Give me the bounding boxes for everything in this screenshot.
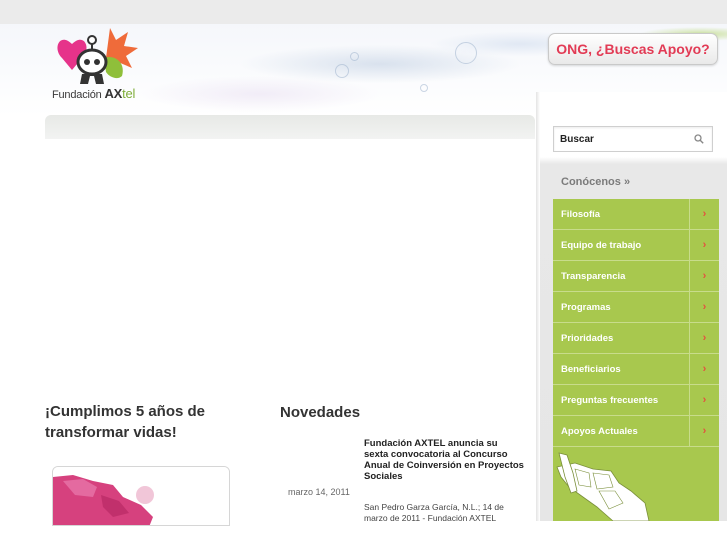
logo-wordmark: Fundación AXtel [52, 86, 135, 101]
chevron-right-icon: › [702, 238, 707, 251]
mexico-map-image [53, 467, 229, 525]
sidebar-item-prioridades[interactable]: Prioridades › [553, 323, 719, 354]
sidebar-item-beneficiarios[interactable]: Beneficiarios › [553, 354, 719, 385]
mexico-outline-map [556, 452, 650, 522]
logo-text-ax: AX [104, 86, 123, 101]
chevron-right-icon: › [702, 424, 707, 437]
feature-title: ¡Cumplimos 5 años de transformar vidas! [45, 403, 206, 441]
sidebar-item-arrow-cell: › [689, 323, 719, 353]
search-icon[interactable] [694, 134, 704, 144]
news-date: marzo 14, 2011 [288, 487, 350, 497]
sidebar-menu: Filosofía › Equipo de trabajo › Transpar… [553, 199, 719, 447]
decor-bubble [350, 52, 359, 61]
sidebar-item-label: Programas [561, 301, 611, 313]
sidebar-item-arrow-cell: › [689, 292, 719, 322]
sidebar-item-transparencia[interactable]: Transparencia › [553, 261, 719, 292]
sidebar-mexico-map[interactable] [553, 447, 719, 522]
search-input[interactable] [560, 133, 688, 145]
sidebar-item-label: Equipo de trabajo [561, 239, 642, 251]
sidebar-item-apoyos-actuales[interactable]: Apoyos Actuales › [553, 416, 719, 447]
sidebar-item-label: Apoyos Actuales [561, 425, 638, 437]
sidebar-item-programas[interactable]: Programas › [553, 292, 719, 323]
chevron-right-icon: › [702, 362, 707, 375]
chevron-right-icon: › [702, 393, 707, 406]
sidebar-item-arrow-cell: › [689, 230, 719, 260]
sidebar-item-arrow-cell: › [689, 416, 719, 446]
decor-bubble [420, 84, 428, 92]
sidebar-item-label: Filosofía [561, 208, 601, 220]
sidebar-heading-conocenos[interactable]: Conócenos » [561, 176, 630, 188]
decor-bubble [335, 64, 349, 78]
chevron-right-icon: › [702, 331, 707, 344]
sidebar-item-label: Prioridades [561, 332, 614, 344]
chevron-right-icon: › [702, 300, 707, 313]
logo-text-fundacion: Fundación [52, 89, 102, 101]
news-excerpt: San Pedro Garza García, N.L.; 14 de marz… [364, 502, 504, 523]
chevron-right-icon: › [702, 269, 707, 282]
sidebar-item-equipo-de-trabajo[interactable]: Equipo de trabajo › [553, 230, 719, 261]
sidebar-item-arrow-cell: › [689, 199, 719, 229]
sidebar-item-arrow-cell: › [689, 354, 719, 384]
main-nav-strip [45, 115, 535, 139]
sidebar-item-label: Transparencia [561, 270, 626, 282]
sidebar-item-arrow-cell: › [689, 385, 719, 415]
sidebar-item-label: Preguntas frecuentes [561, 394, 659, 406]
search-box[interactable] [553, 126, 713, 152]
news-headline-link[interactable]: Fundación AXTEL anuncia su sexta convoca… [364, 438, 524, 482]
decor-bubble [455, 42, 477, 64]
sidebar-item-arrow-cell: › [689, 261, 719, 291]
feature-map-box[interactable] [52, 466, 230, 526]
sidebar-item-preguntas-frecuentes[interactable]: Preguntas frecuentes › [553, 385, 719, 416]
news-section-title: Novedades [280, 404, 361, 421]
ong-buscas-apoyo-button[interactable]: ONG, ¿Buscas Apoyo? [548, 33, 718, 65]
logo-text-tel: tel [122, 86, 136, 101]
chevron-right-icon: › [702, 207, 707, 220]
sidebar-item-filosofia[interactable]: Filosofía › [553, 199, 719, 230]
sidebar-item-label: Beneficiarios [561, 363, 621, 375]
